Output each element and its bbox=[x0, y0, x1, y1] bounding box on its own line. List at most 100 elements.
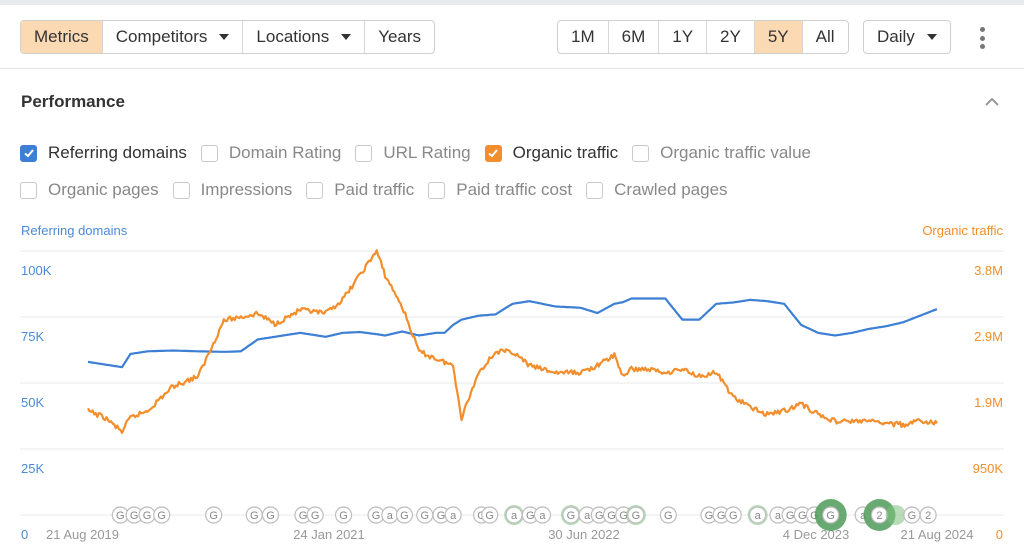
tab-years[interactable]: Years bbox=[364, 21, 434, 53]
ahrefs-update-icon: a bbox=[755, 510, 762, 522]
checkbox-label: Crawled pages bbox=[614, 180, 728, 199]
section-title: Performance bbox=[21, 92, 125, 111]
checkbox[interactable] bbox=[355, 144, 373, 162]
checkbox-label: URL Rating bbox=[383, 143, 471, 162]
range-label: 1Y bbox=[672, 27, 694, 46]
google-update-icon: G bbox=[908, 510, 917, 522]
checkbox[interactable] bbox=[172, 181, 190, 199]
range-label: 6M bbox=[621, 27, 646, 46]
kebab-menu-icon[interactable] bbox=[978, 27, 986, 49]
range-label: 5Y bbox=[767, 27, 789, 46]
google-update-icon: G bbox=[786, 510, 795, 522]
metric-toggle-referring-domains[interactable]: Referring domains bbox=[20, 143, 187, 163]
checkbox-label: Referring domains bbox=[48, 143, 187, 162]
x-axis-tick: 21 Aug 2019 bbox=[46, 527, 119, 542]
ahrefs-update-icon: a bbox=[775, 510, 782, 522]
google-update-icon: G bbox=[664, 510, 673, 522]
metric-toggle-crawled-pages[interactable]: Crawled pages bbox=[586, 180, 728, 200]
ahrefs-update-icon: a bbox=[387, 510, 394, 522]
x-axis-tick: 4 Dec 2023 bbox=[783, 527, 850, 542]
google-update-icon: G bbox=[705, 510, 714, 522]
google-update-icon: G bbox=[299, 510, 308, 522]
range-label: 2Y bbox=[720, 27, 741, 46]
series-line-referring-domains bbox=[87, 297, 938, 369]
checkbox-label: Paid traffic cost bbox=[456, 180, 573, 199]
google-update-icon: G bbox=[372, 510, 381, 522]
google-update-icon: G bbox=[116, 510, 125, 522]
chevron-down-icon bbox=[926, 34, 937, 40]
google-update-icon: G bbox=[311, 510, 320, 522]
chevron-up-icon[interactable] bbox=[984, 95, 1000, 107]
checkbox-label: Domain Rating bbox=[228, 143, 342, 162]
checkbox[interactable] bbox=[306, 181, 324, 199]
checkbox-label: Impressions bbox=[200, 180, 293, 199]
date-range-tabs: 1M 6M 1Y 2Y 5Y All bbox=[557, 20, 849, 54]
metric-toggle-paid-traffic-cost[interactable]: Paid traffic cost bbox=[428, 180, 572, 200]
google-update-icon: G bbox=[266, 510, 275, 522]
range-1y[interactable]: 1Y bbox=[658, 21, 706, 53]
range-1m[interactable]: 1M bbox=[558, 21, 608, 53]
tab-label: Locations bbox=[256, 27, 330, 46]
google-update-icon: G bbox=[437, 510, 446, 522]
right-axis-tick: 2.9M bbox=[974, 329, 1003, 344]
metric-toggle-url-rating[interactable]: URL Rating bbox=[355, 143, 471, 163]
left-axis-tick: 50K bbox=[21, 395, 44, 410]
google-update-icon: G bbox=[339, 510, 348, 522]
tab-competitors[interactable]: Competitors bbox=[101, 21, 243, 53]
right-axis-title: Organic traffic bbox=[922, 223, 1003, 238]
interval-select[interactable]: Daily bbox=[864, 21, 950, 53]
chevron-down-icon bbox=[341, 34, 352, 40]
google-update-icon: G bbox=[632, 510, 641, 522]
checkbox-checked[interactable] bbox=[484, 144, 502, 162]
checkbox[interactable] bbox=[20, 181, 37, 199]
right-axis-tick: 1.9M bbox=[974, 395, 1003, 410]
google-update-icon: G bbox=[595, 510, 604, 522]
left-axis-tick: 0 bbox=[21, 527, 28, 542]
metric-toggle-domain-rating[interactable]: Domain Rating bbox=[200, 143, 342, 163]
google-update-icon: G bbox=[209, 510, 218, 522]
checkbox[interactable] bbox=[428, 181, 446, 199]
metric-toggle-organic-traffic-value[interactable]: Organic traffic value bbox=[632, 143, 811, 163]
annotation-highlight bbox=[885, 505, 906, 525]
google-update-icon: G bbox=[420, 510, 429, 522]
x-axis-tick: 24 Jan 2021 bbox=[293, 527, 365, 542]
toolbar: Metrics Competitors Locations Years 1M 6M 1Y 2… bbox=[0, 5, 1024, 69]
ahrefs-update-icon: a bbox=[584, 510, 591, 522]
left-axis-tick: 100K bbox=[21, 263, 52, 278]
metric-checkboxes-row-2: Organic pages Impressions Paid traffic Paid… bbox=[20, 178, 742, 202]
x-axis-tick: 30 Jun 2022 bbox=[548, 527, 620, 542]
metric-toggle-organic-traffic[interactable]: Organic traffic bbox=[484, 143, 619, 163]
metric-toggle-organic-pages[interactable]: Organic pages bbox=[20, 180, 159, 200]
tab-locations[interactable]: Locations bbox=[242, 21, 364, 53]
tab-metrics[interactable]: Metrics bbox=[21, 21, 102, 53]
checkbox[interactable] bbox=[632, 144, 650, 162]
ahrefs-update-icon: a bbox=[539, 510, 546, 522]
metric-checkboxes-row-1: Referring domains Domain Rating URL Rating… bbox=[20, 141, 825, 165]
series-line-organic-traffic bbox=[87, 249, 938, 434]
range-6m[interactable]: 6M bbox=[607, 21, 659, 53]
range-2y[interactable]: 2Y bbox=[706, 21, 754, 53]
metric-toggle-impressions[interactable]: Impressions bbox=[172, 180, 293, 200]
google-update-icon: G bbox=[826, 510, 835, 522]
google-update-icon: G bbox=[717, 510, 726, 522]
right-axis-tick: 0 bbox=[996, 527, 1003, 542]
checkbox-label: Organic traffic bbox=[512, 143, 619, 162]
interval-label: Daily bbox=[877, 27, 915, 46]
tab-label: Metrics bbox=[34, 27, 89, 46]
google-update-icon: G bbox=[400, 510, 409, 522]
range-all[interactable]: All bbox=[801, 21, 848, 53]
google-update-icon: G bbox=[798, 510, 807, 522]
checkbox[interactable] bbox=[200, 144, 218, 162]
performance-chart[interactable]: 100K 3.8M 75K 2.9M 50K 1.9M 25K 950K 0 0 21 Aug 20… bbox=[0, 240, 1024, 560]
interval-dropdown[interactable]: Daily bbox=[863, 20, 951, 54]
checkbox-checked[interactable] bbox=[20, 144, 37, 162]
checkbox[interactable] bbox=[586, 181, 604, 199]
range-5y[interactable]: 5Y bbox=[753, 21, 802, 53]
ahrefs-update-icon: a bbox=[511, 510, 518, 522]
right-axis-tick: 950K bbox=[973, 461, 1004, 476]
google-update-icon: G bbox=[250, 510, 259, 522]
checkbox-label: Organic traffic value bbox=[660, 143, 811, 162]
metric-toggle-paid-traffic[interactable]: Paid traffic bbox=[306, 180, 414, 200]
google-update-icon: G bbox=[607, 510, 616, 522]
range-label: 1M bbox=[571, 27, 595, 46]
